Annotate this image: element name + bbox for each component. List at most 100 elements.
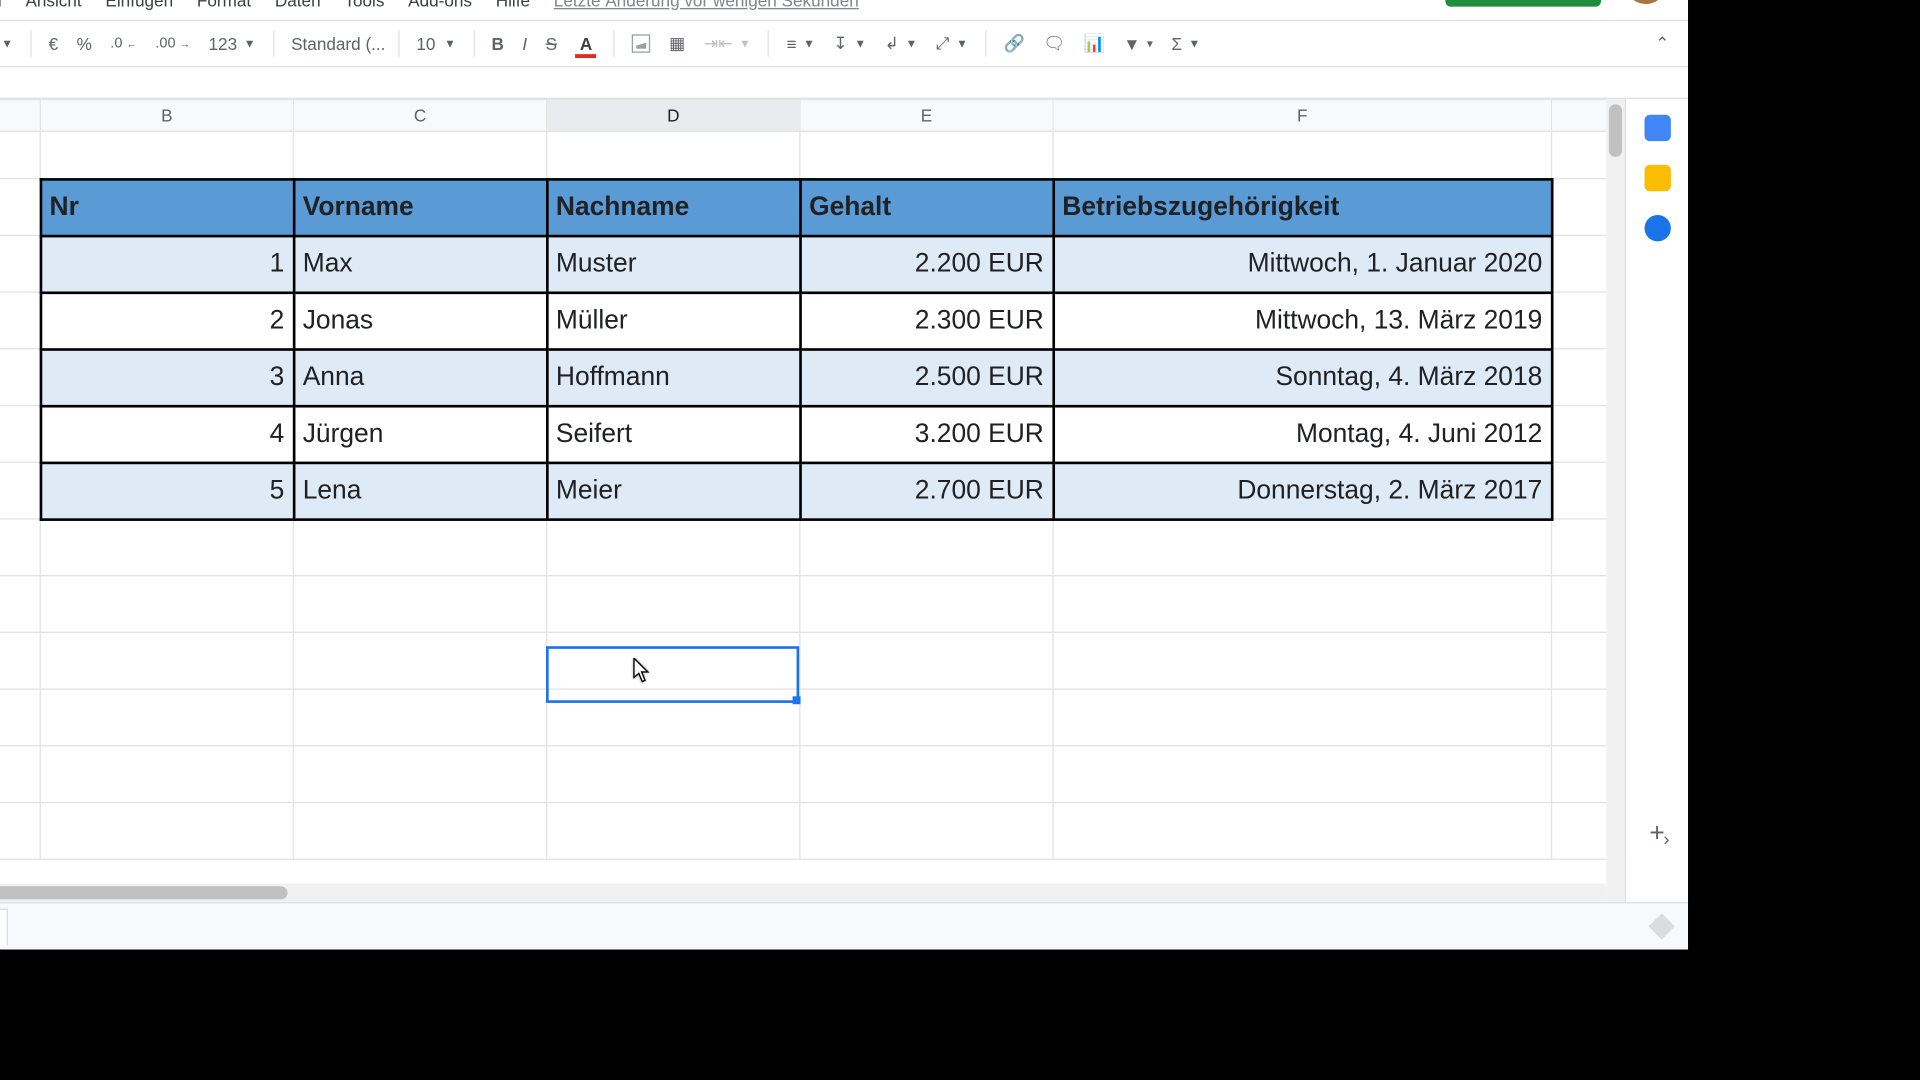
cell[interactable] — [800, 689, 1053, 746]
cell[interactable]: Meier — [547, 462, 800, 519]
cell[interactable]: Jonas — [293, 292, 546, 349]
col-header-c[interactable]: C — [293, 100, 546, 132]
font-select[interactable]: Standard (...▼ — [285, 28, 388, 58]
font-size-select[interactable]: 10▼ — [410, 28, 463, 58]
cell[interactable] — [547, 802, 800, 859]
cell[interactable]: Nr — [40, 179, 293, 236]
account-avatar[interactable] — [1625, 0, 1667, 4]
menu-hilfe[interactable]: Hilfe — [485, 0, 540, 13]
cell[interactable]: 5 — [40, 462, 293, 519]
cell[interactable] — [1053, 131, 1551, 178]
cell[interactable] — [800, 632, 1053, 689]
menu-tools[interactable]: Tools — [334, 0, 395, 13]
collapse-toolbar-icon[interactable]: ⌃ — [1655, 33, 1669, 54]
cell[interactable] — [800, 519, 1053, 576]
cell[interactable]: 4 — [40, 406, 293, 463]
cell[interactable] — [40, 632, 293, 689]
cell[interactable]: Hoffmann — [547, 349, 800, 406]
vertical-scrollbar[interactable] — [1606, 99, 1624, 902]
fill-color-button[interactable] — [626, 29, 658, 58]
cell[interactable] — [0, 462, 40, 519]
sheet-tab-active[interactable]: Daten eingeben ▼ — [0, 908, 9, 945]
cell[interactable] — [547, 131, 800, 178]
rotate-button[interactable]: ⤢▼ — [929, 28, 974, 60]
col-header-e[interactable]: E — [800, 100, 1053, 132]
insert-link-button[interactable]: 🔗 — [997, 28, 1032, 60]
text-color-button[interactable]: A — [569, 28, 603, 58]
functions-button[interactable]: Σ▼ — [1165, 28, 1207, 58]
cell[interactable] — [293, 632, 546, 689]
halign-button[interactable]: ≡▼ — [780, 28, 822, 58]
cell[interactable] — [0, 689, 40, 746]
cell[interactable] — [0, 406, 40, 463]
cell[interactable]: Montag, 4. Juni 2012 — [1053, 406, 1551, 463]
insert-chart-button[interactable]: 📊 — [1077, 28, 1112, 60]
cell[interactable] — [0, 292, 40, 349]
wrap-button[interactable]: ↲▼ — [878, 28, 924, 60]
horizontal-scrollbar[interactable] — [0, 884, 1606, 902]
explore-icon[interactable] — [1648, 913, 1674, 939]
cell[interactable]: Muster — [547, 235, 800, 292]
cell[interactable] — [547, 519, 800, 576]
cell[interactable]: Gehalt — [800, 179, 1053, 236]
cell[interactable]: 2.200 EUR — [800, 235, 1053, 292]
keep-icon[interactable] — [1644, 165, 1670, 191]
strikethrough-button[interactable]: S — [539, 28, 564, 58]
cell[interactable] — [293, 689, 546, 746]
cell[interactable] — [547, 632, 800, 689]
cell[interactable] — [293, 576, 546, 633]
cell[interactable] — [1053, 632, 1551, 689]
cell[interactable] — [293, 746, 546, 803]
cell[interactable] — [800, 802, 1053, 859]
cell[interactable] — [0, 235, 40, 292]
menu-addons[interactable]: Add-ons — [398, 0, 483, 13]
cell[interactable] — [0, 632, 40, 689]
menu-ansicht[interactable]: Ansicht — [15, 0, 92, 13]
cell[interactable]: Jürgen — [293, 406, 546, 463]
bold-button[interactable]: B — [485, 28, 511, 58]
cell[interactable] — [293, 131, 546, 178]
cell[interactable] — [0, 746, 40, 803]
merge-cells-button[interactable]: ⇥⇤▼ — [697, 28, 757, 60]
valign-button[interactable]: ↧▼ — [827, 28, 873, 60]
increase-decimals-button[interactable]: .00→ — [149, 30, 197, 56]
cell[interactable] — [0, 179, 40, 236]
cell[interactable] — [1053, 689, 1551, 746]
cell[interactable]: 2 — [40, 292, 293, 349]
cell[interactable]: Vorname — [293, 179, 546, 236]
filter-button[interactable]: ▼▾ — [1117, 28, 1160, 58]
cell[interactable] — [40, 576, 293, 633]
cell[interactable] — [40, 131, 293, 178]
percent-button[interactable]: % — [70, 28, 98, 58]
cell[interactable]: 3.200 EUR — [800, 406, 1053, 463]
number-format-select[interactable]: 123▼ — [202, 28, 262, 58]
cell[interactable] — [1053, 802, 1551, 859]
menu-daten[interactable]: Daten — [264, 0, 331, 13]
cell[interactable] — [1053, 576, 1551, 633]
zoom-select[interactable]: 200%▼ — [0, 28, 20, 58]
cell[interactable]: Mittwoch, 1. Januar 2020 — [1053, 235, 1551, 292]
cell[interactable] — [547, 746, 800, 803]
cell[interactable]: Lena — [293, 462, 546, 519]
cell[interactable]: Seifert — [547, 406, 800, 463]
insert-comment-button[interactable]: 🗨 — [1037, 28, 1072, 60]
decrease-decimals-button[interactable]: .0← — [104, 30, 144, 56]
cell[interactable]: 1 — [40, 235, 293, 292]
menu-format[interactable]: Format — [186, 0, 261, 13]
currency-button[interactable]: € — [42, 28, 65, 58]
cell[interactable]: Müller — [547, 292, 800, 349]
cell[interactable] — [0, 802, 40, 859]
cell[interactable]: Mittwoch, 13. März 2019 — [1053, 292, 1551, 349]
cell[interactable] — [0, 576, 40, 633]
cell[interactable]: Betriebszugehörigkeit — [1053, 179, 1551, 236]
cell[interactable] — [547, 689, 800, 746]
cell[interactable]: 2.500 EUR — [800, 349, 1053, 406]
col-header-f[interactable]: F — [1053, 100, 1551, 132]
cell[interactable] — [800, 131, 1053, 178]
cell[interactable]: Max — [293, 235, 546, 292]
col-header-b[interactable]: B — [40, 100, 293, 132]
cell[interactable]: Donnerstag, 2. März 2017 — [1053, 462, 1551, 519]
calendar-icon[interactable] — [1644, 115, 1670, 141]
share-button[interactable]: 🔒 Freigeben — [1445, 0, 1601, 7]
cell[interactable] — [1053, 746, 1551, 803]
